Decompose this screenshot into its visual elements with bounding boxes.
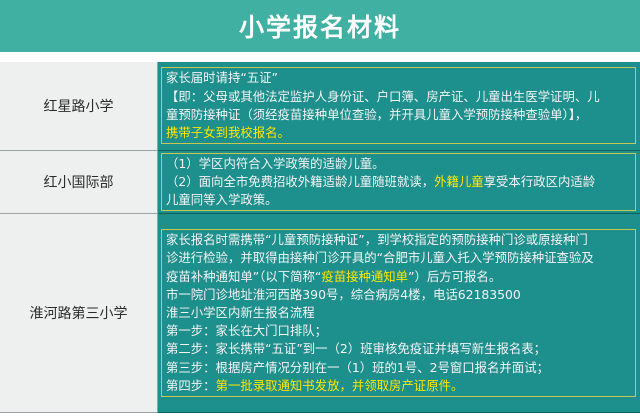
text-segment: 【即：父母或其他法定监护人身份证、户口簿、房产证、儿童出生医学证明、儿 xyxy=(166,89,600,104)
enrollment-table: 红星路小学 家长届时请持“五证” 【即：父母或其他法定监护人身份证、户口簿、房产证… xyxy=(0,62,640,413)
highlighted-text: 第一批录取通知书发放，并领取房产证原件。 xyxy=(216,378,464,393)
text-segment: 诊进行检验，并取得由接种门诊开具的“合肥市儿童入托入学预防接种证查验及 xyxy=(166,250,594,265)
requirement-line: 淮三小学区内新生报名流程 xyxy=(166,304,631,322)
table-row: 红星路小学 家长届时请持“五证” 【即：父母或其他法定监护人身份证、户口簿、房产证… xyxy=(0,62,640,150)
page-title: 小学报名材料 xyxy=(0,0,640,52)
text-segment: 儿童同等入学政策。 xyxy=(166,192,278,207)
requirement-text: （1）学区内符合入学政策的适龄儿童。 （2）面向全市免费招收外籍适龄儿童随班就读，… xyxy=(161,153,636,212)
text-segment: 市一院门诊地址淮河西路390号，综合病房4楼，电话62183500 xyxy=(166,287,521,302)
highlighted-text: 疫苗接种通知单 xyxy=(321,269,408,284)
requirement-line: 家长报名时需携带“儿童预防接种证”，到学校指定的预防接种门诊或原接种门 xyxy=(166,231,631,249)
requirement-line: 家长届时请持“五证” xyxy=(166,69,631,87)
requirement-cell: 家长报名时需携带“儿童预防接种证”，到学校指定的预防接种门诊或原接种门诊进行检验… xyxy=(158,214,640,413)
text-segment: 童预防接种证（须经疫苗接种单位查验，并开具儿童入学预防接种查验单）】， xyxy=(166,107,587,122)
requirement-line: （1）学区内符合入学政策的适龄儿童。 xyxy=(166,155,631,173)
requirement-line: 疫苗补种通知单”（以下简称“疫苗接种通知单”）后方可报名。 xyxy=(166,268,631,286)
text-segment: 家长届时请持“五证” xyxy=(166,70,278,85)
requirement-cell: （1）学区内符合入学政策的适龄儿童。 （2）面向全市免费招收外籍适龄儿童随班就读，… xyxy=(158,150,640,214)
text-segment: 第二步：家长携带“五证”到一（2）班审核免疫证并填写新生报名表； xyxy=(166,341,546,356)
requirement-line: 第四步：第一批录取通知书发放，并领取房产证原件。 xyxy=(166,377,631,395)
requirement-line: 第二步：家长携带“五证”到一（2）班审核免疫证并填写新生报名表； xyxy=(166,340,631,358)
school-name: 淮河路第三小学 xyxy=(0,214,158,413)
school-name: 红小国际部 xyxy=(0,150,158,214)
table-row: 红小国际部 （1）学区内符合入学政策的适龄儿童。 （2）面向全市免费招收外籍适龄儿… xyxy=(0,150,640,214)
requirement-text: 家长报名时需携带“儿童预防接种证”，到学校指定的预防接种门诊或原接种门诊进行检验… xyxy=(161,229,636,397)
text-segment: （1）学区内符合入学政策的适龄儿童。 xyxy=(166,156,385,171)
text-segment: ”）后方可报名。 xyxy=(408,269,501,284)
title-divider xyxy=(0,52,640,62)
requirement-line: 儿童同等入学政策。 xyxy=(166,191,631,209)
requirement-line: 第三步：根据房产情况分别在一（1）班的1号、2号窗口报名并面试； xyxy=(166,359,631,377)
requirement-text: 家长届时请持“五证” 【即：父母或其他法定监护人身份证、户口簿、房产证、儿童出生医… xyxy=(161,67,636,144)
highlighted-text: 外籍儿童 xyxy=(434,174,484,189)
text-segment: 享受本行政区内适龄 xyxy=(484,174,596,189)
requirement-cell: 家长届时请持“五证” 【即：父母或其他法定监护人身份证、户口簿、房产证、儿童出生医… xyxy=(158,62,640,150)
text-segment: 第三步：根据房产情况分别在一（1）班的1号、2号窗口报名并面试； xyxy=(166,360,549,375)
requirement-line: 童预防接种证（须经疫苗接种单位查验，并开具儿童入学预防接种查验单）】， xyxy=(166,106,631,124)
highlighted-text: 携带子女到我校报名。 xyxy=(166,125,290,140)
school-name: 红星路小学 xyxy=(0,62,158,150)
page: 小学报名材料 红星路小学 家长届时请持“五证” 【即：父母或其他法定监护人身份证、… xyxy=(0,0,640,407)
requirement-line: 诊进行检验，并取得由接种门诊开具的“合肥市儿童入托入学预防接种证查验及 xyxy=(166,249,631,267)
requirement-line: 携带子女到我校报名。 xyxy=(166,124,631,142)
requirement-line: 市一院门诊地址淮河西路390号，综合病房4楼，电话62183500 xyxy=(166,286,631,304)
text-segment: 第四步： xyxy=(166,378,216,393)
text-segment: （2）面向全市免费招收外籍适龄儿童随班就读， xyxy=(166,174,434,189)
requirement-line: 第一步：家长在大门口排队； xyxy=(166,322,631,340)
text-segment: 第一步：家长在大门口排队； xyxy=(166,323,327,338)
requirement-line: （2）面向全市免费招收外籍适龄儿童随班就读，外籍儿童享受本行政区内适龄 xyxy=(166,173,631,191)
text-segment: 家长报名时需携带“儿童预防接种证”，到学校指定的预防接种门诊或原接种门 xyxy=(166,232,588,247)
requirement-line: 【即：父母或其他法定监护人身份证、户口簿、房产证、儿童出生医学证明、儿 xyxy=(166,88,631,106)
table-row: 淮河路第三小学 家长报名时需携带“儿童预防接种证”，到学校指定的预防接种门诊或原… xyxy=(0,214,640,413)
text-segment: 淮三小学区内新生报名流程 xyxy=(166,305,315,320)
text-segment: 疫苗补种通知单”（以下简称“ xyxy=(166,269,321,284)
